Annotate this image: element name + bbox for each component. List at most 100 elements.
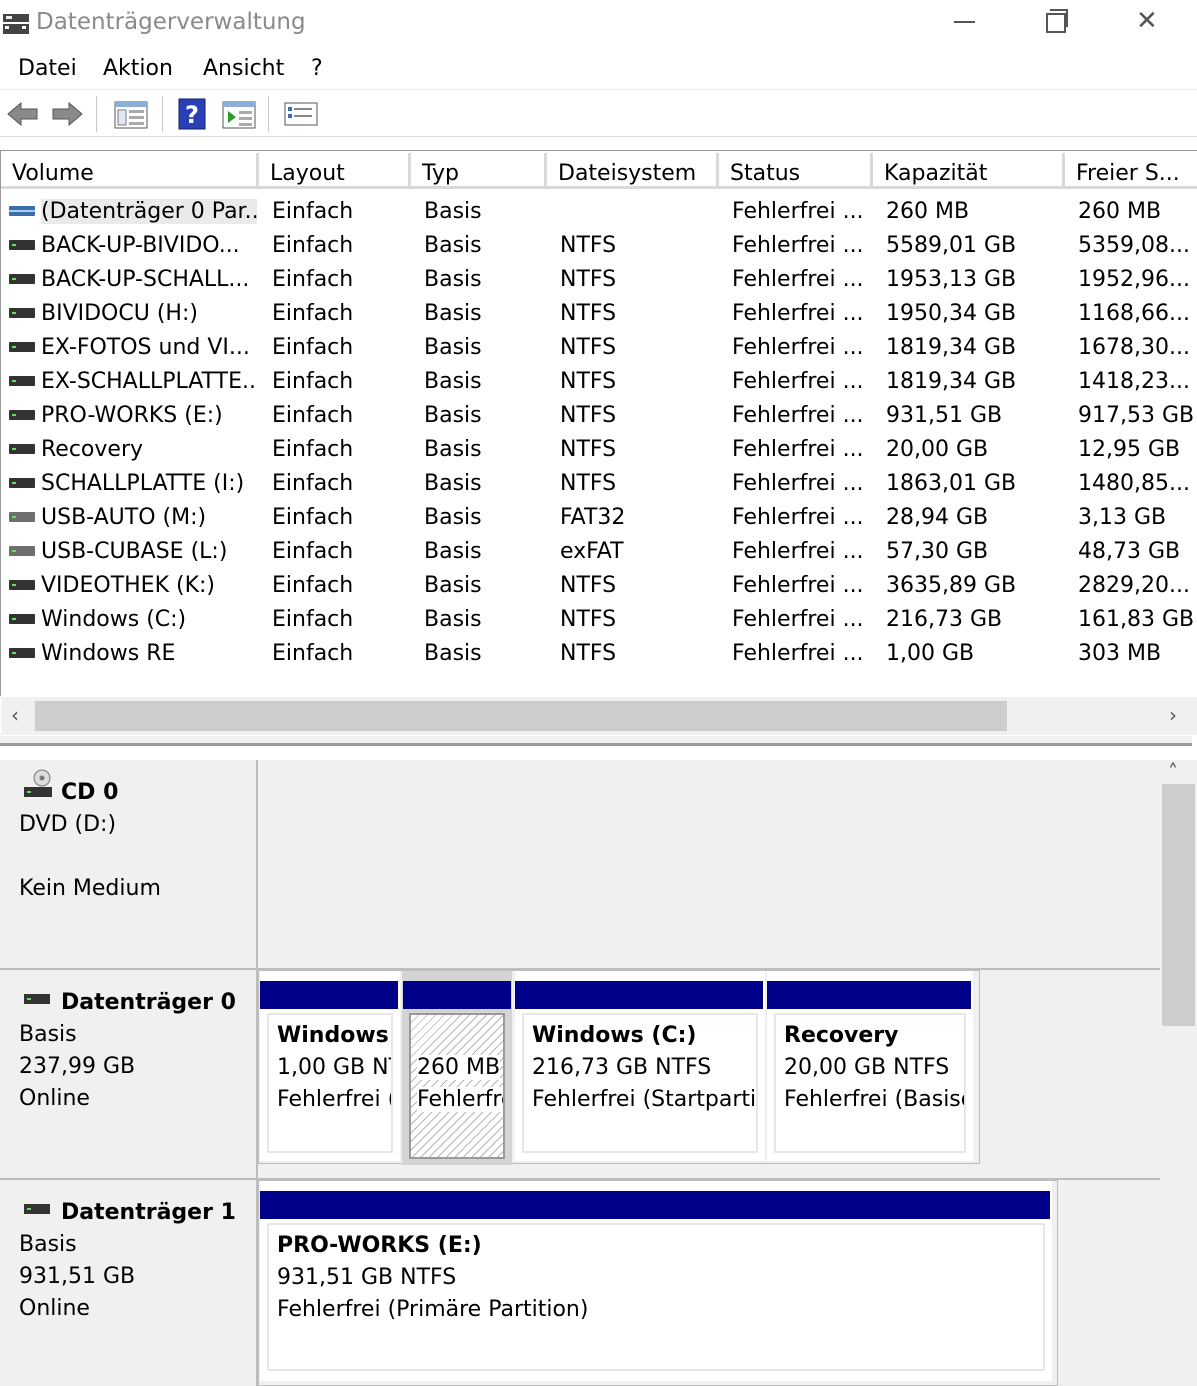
menu-ansicht[interactable]: Ansicht	[203, 56, 284, 81]
menu-help[interactable]: ?	[311, 56, 323, 81]
table-row[interactable]: BACK-UP-SCHALL... Einfach Basis NTFS Fehlerf…	[1, 263, 1197, 297]
scroll-left-icon[interactable]: ‹	[11, 703, 19, 727]
partition-size: 260 MB	[417, 1055, 501, 1080]
cell-volume: (Datenträger 0 Par...	[41, 199, 257, 224]
partition-windows-c[interactable]: Windows (C:) 216,73 GB NTFS Fehlerfrei (…	[515, 971, 765, 1161]
table-row[interactable]: PRO-WORKS (E:) Einfach Basis NTFS Fehlerfrei…	[1, 399, 1197, 433]
cell-volume: Windows (C:)	[41, 607, 187, 632]
vertical-scrollbar[interactable]: ˄	[1160, 760, 1197, 1386]
partition-recovery[interactable]: Recovery 20,00 GB NTFS Fehlerfrei (Basis…	[767, 971, 973, 1161]
horizontal-scrollbar[interactable]: ‹ ›	[1, 697, 1197, 735]
disk-name: Datenträger 1	[61, 1200, 236, 1225]
drive-icon	[9, 580, 35, 591]
table-row[interactable]: EX-FOTOS und VI... Einfach Basis NTFS Fehler…	[1, 331, 1197, 365]
scrollbar-thumb[interactable]	[35, 701, 1007, 731]
cell-kapazitaet: 931,51 GB	[886, 403, 1003, 428]
disk-info-disk1[interactable]: Datenträger 1 Basis 931,51 GB Online	[0, 1180, 258, 1386]
partition-title: Windows	[277, 1023, 389, 1048]
disk-info-cd0[interactable]: CD 0 DVD (D:) Kein Medium	[0, 760, 258, 970]
cell-freier-speicher: 303 MB	[1078, 641, 1162, 666]
disk-canvas-disk0: Windows 1,00 GB NTFS Fehlerfrei (Wiederh…	[258, 970, 1160, 1180]
partition-windows-re[interactable]: Windows 1,00 GB NTFS Fehlerfrei (Wiederh…	[260, 971, 400, 1161]
scrollbar-thumb[interactable]	[1162, 784, 1195, 1026]
column-header-kapazitaet[interactable]: Kapazität	[873, 153, 1065, 189]
table-row[interactable]: VIDEOTHEK (K:) Einfach Basis NTFS Fehlerfrei…	[1, 569, 1197, 603]
cell-volume: BACK-UP-BIVIDO...	[41, 233, 240, 258]
cell-status: Fehlerfrei ...	[732, 199, 864, 224]
column-header-volume[interactable]: Volume	[1, 153, 259, 189]
cell-layout: Einfach	[272, 369, 354, 394]
column-header-typ[interactable]: Typ	[411, 153, 547, 189]
cell-kapazitaet: 216,73 GB	[886, 607, 1003, 632]
cell-status: Fehlerfrei ...	[732, 233, 864, 258]
cell-typ: Basis	[424, 641, 482, 666]
cell-layout: Einfach	[272, 437, 354, 462]
table-row[interactable]: USB-AUTO (M:) Einfach Basis FAT32 Fehlerfrei…	[1, 501, 1197, 535]
cell-volume: USB-CUBASE (L:)	[41, 539, 228, 564]
cell-freier-speicher: 3,13 GB	[1078, 505, 1167, 530]
cell-kapazitaet: 1863,01 GB	[886, 471, 1017, 496]
checklist-icon[interactable]	[284, 98, 318, 130]
cell-layout: Einfach	[272, 233, 354, 258]
cell-status: Fehlerfrei ...	[732, 335, 864, 360]
disk-info-disk0[interactable]: Datenträger 0 Basis 237,99 GB Online	[0, 970, 258, 1180]
scroll-up-icon[interactable]: ˄	[1168, 760, 1178, 784]
cell-kapazitaet: 1,00 GB	[886, 641, 975, 666]
cell-volume: USB-AUTO (M:)	[41, 505, 207, 530]
column-header-status[interactable]: Status	[719, 153, 873, 189]
table-row[interactable]: EX-SCHALLPLATTE... Einfach Basis NTFS Fehler…	[1, 365, 1197, 399]
cell-freier-speicher: 260 MB	[1078, 199, 1162, 224]
close-button[interactable]: ✕	[1102, 0, 1194, 46]
column-header-layout[interactable]: Layout	[259, 153, 411, 189]
cell-dateisystem: NTFS	[560, 471, 617, 496]
cell-freier-speicher: 5359,08...	[1078, 233, 1190, 258]
volume-list: Volume Layout Typ Dateisystem Status Kap…	[0, 150, 1197, 696]
cd-drive-icon	[24, 769, 52, 797]
cell-status: Fehlerfrei ...	[732, 539, 864, 564]
pane-splitter[interactable]	[0, 736, 1192, 746]
restore-button[interactable]	[1010, 0, 1102, 46]
console-tree-icon[interactable]	[114, 98, 148, 130]
table-row[interactable]: BIVIDOCU (H:) Einfach Basis NTFS Fehlerfrei …	[1, 297, 1197, 331]
svg-text:?: ?	[185, 101, 199, 129]
table-row[interactable]: USB-CUBASE (L:) Einfach Basis exFAT Fehlerfr…	[1, 535, 1197, 569]
menu-aktion[interactable]: Aktion	[103, 56, 173, 81]
column-header-freier-speicher[interactable]: Freier S...	[1065, 153, 1197, 189]
cell-freier-speicher: 917,53 GB	[1078, 403, 1195, 428]
partition-pro-works[interactable]: PRO-WORKS (E:) 931,51 GB NTFS Fehlerfrei…	[260, 1181, 1052, 1381]
cell-layout: Einfach	[272, 267, 354, 292]
cell-kapazitaet: 28,94 GB	[886, 505, 989, 530]
table-row[interactable]: Windows (C:) Einfach Basis NTFS Fehlerfrei .…	[1, 603, 1197, 637]
cell-kapazitaet: 260 MB	[886, 199, 970, 224]
cell-typ: Basis	[424, 335, 482, 360]
cell-kapazitaet: 1953,13 GB	[886, 267, 1017, 292]
table-row[interactable]: (Datenträger 0 Par... Einfach Basis Fehlerf…	[1, 195, 1197, 229]
cell-dateisystem: exFAT	[560, 539, 624, 564]
help-icon[interactable]: ?	[178, 98, 206, 130]
cell-dateisystem: NTFS	[560, 301, 617, 326]
table-row[interactable]: Windows RE Einfach Basis NTFS Fehlerfrei ...…	[1, 637, 1197, 671]
scroll-right-icon[interactable]: ›	[1169, 703, 1177, 727]
cell-status: Fehlerfrei ...	[732, 267, 864, 292]
drive-icon	[9, 342, 35, 353]
minimize-button[interactable]	[918, 0, 1010, 46]
back-arrow-icon[interactable]	[6, 98, 40, 130]
cell-dateisystem: NTFS	[560, 267, 617, 292]
forward-arrow-icon[interactable]	[50, 98, 84, 130]
cell-layout: Einfach	[272, 301, 354, 326]
partition-efi-260mb[interactable]: 260 MB Fehlerfrei	[402, 971, 512, 1165]
cell-typ: Basis	[424, 437, 482, 462]
table-row[interactable]: BACK-UP-BIVIDO... Einfach Basis NTFS Fehlerf…	[1, 229, 1197, 263]
disk-size: 931,51 GB	[19, 1264, 136, 1289]
table-row[interactable]: SCHALLPLATTE (I:) Einfach Basis NTFS Fehlerf…	[1, 467, 1197, 501]
drive-icon	[9, 546, 35, 557]
cell-status: Fehlerfrei ...	[732, 437, 864, 462]
cell-kapazitaet: 57,30 GB	[886, 539, 989, 564]
drive-icon	[9, 648, 35, 659]
column-header-dateisystem[interactable]: Dateisystem	[547, 153, 719, 189]
table-row[interactable]: Recovery Einfach Basis NTFS Fehlerfrei ... 20…	[1, 433, 1197, 467]
properties-icon[interactable]	[222, 98, 256, 130]
cell-kapazitaet: 3635,89 GB	[886, 573, 1017, 598]
menu-datei[interactable]: Datei	[18, 56, 77, 81]
cell-dateisystem: NTFS	[560, 607, 617, 632]
